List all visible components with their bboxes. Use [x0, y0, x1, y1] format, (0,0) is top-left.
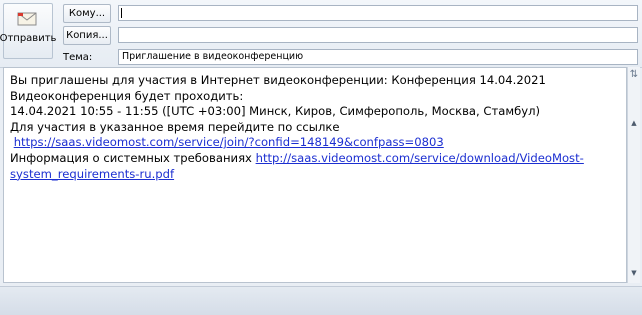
sysreq-link-part2[interactable]: system_requirements-ru.pdf	[10, 167, 174, 181]
message-line: Для участия в указанное время перейдите …	[10, 119, 340, 134]
to-field[interactable]	[118, 5, 638, 21]
join-link-line: https://saas.videomost.com/service/join/…	[10, 135, 622, 151]
join-link[interactable]: https://saas.videomost.com/service/join/…	[14, 135, 444, 149]
to-button[interactable]: Кому...	[63, 4, 111, 23]
compose-header: Отправить Кому... Копия... Тема: Приглаш…	[0, 0, 642, 68]
subject-label: Тема:	[63, 52, 93, 63]
send-label: Отправить	[0, 33, 57, 44]
scroll-down-arrow-icon[interactable]: ▼	[630, 269, 638, 277]
message-line: 14.04.2021 10:55 - 11:55 ([UTC +03:00] М…	[10, 104, 541, 119]
scroll-up-arrow-icon[interactable]: ▲	[630, 119, 638, 127]
vertical-scrollbar[interactable]: ⇅ ▲ ▼	[627, 67, 640, 283]
sysreq-line-cont: system_requirements-ru.pdf	[10, 167, 622, 183]
subject-value: Приглашение в видеоконференцию	[122, 51, 304, 62]
message-line: Видеоконференция будет проходить:	[10, 88, 244, 103]
message-line: Вы приглашены для участия в Интернет вид…	[10, 73, 546, 87]
send-envelope-icon	[17, 12, 37, 26]
send-button[interactable]: Отправить	[0, 3, 57, 59]
subject-field[interactable]: Приглашение в видеоконференцию	[118, 49, 638, 65]
text-cursor	[121, 8, 122, 18]
status-bar	[0, 286, 642, 315]
message-body[interactable]: Вы приглашены для участия в Интернет вид…	[3, 67, 627, 283]
sysreq-link-part1[interactable]: http://saas.videomost.com/service/downlo…	[256, 151, 584, 165]
cc-field[interactable]	[118, 27, 638, 43]
split-view-icon[interactable]: ⇅	[628, 69, 640, 81]
cc-button[interactable]: Копия...	[63, 26, 111, 45]
sysreq-prefix: Информация о системных требованиях	[10, 150, 256, 165]
sysreq-line: Информация о системных требованиях http:…	[10, 151, 622, 167]
